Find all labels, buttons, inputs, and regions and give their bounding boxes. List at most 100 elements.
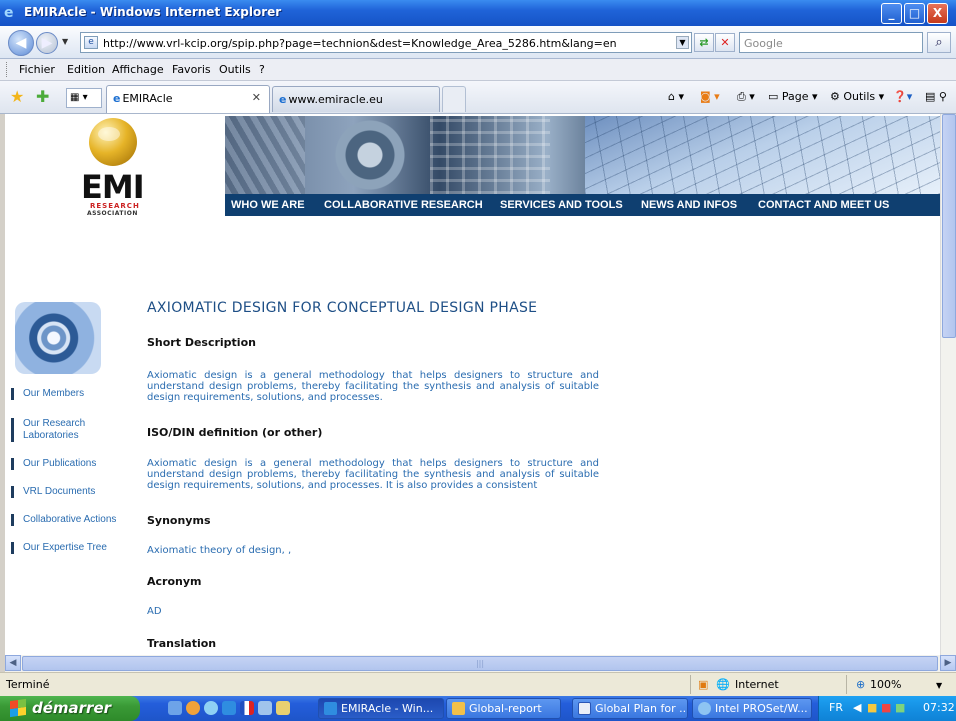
quicklaunch-icon-1[interactable] xyxy=(168,701,182,715)
task-global-report[interactable]: Global-report xyxy=(446,698,561,719)
task-global-plan[interactable]: Global Plan for ... xyxy=(572,698,688,719)
quicklaunch-icon-7[interactable] xyxy=(276,701,290,715)
menu-fichier[interactable]: Fichier xyxy=(19,63,55,76)
close-tab-icon[interactable]: ✕ xyxy=(252,91,261,104)
header-banner xyxy=(225,116,940,194)
short-description-text: Axiomatic design is a general methodolog… xyxy=(147,370,599,403)
zoom-level[interactable]: 100% xyxy=(870,678,901,691)
tools-menu[interactable]: ⚙ Outils ▾ xyxy=(830,90,884,103)
left-link-expertise-tree[interactable]: Our Expertise Tree xyxy=(11,542,107,554)
task-label: Global-report xyxy=(469,702,542,715)
tray-icon-1[interactable]: ■ xyxy=(867,701,877,714)
print-icon[interactable]: ⎙ ▾ xyxy=(737,90,755,104)
clock: 07:32 xyxy=(923,701,955,714)
globe-icon xyxy=(89,118,137,166)
translation-heading: Translation xyxy=(147,637,217,650)
ie-logo-icon: e xyxy=(4,5,14,21)
stop-button[interactable]: ✕ xyxy=(715,33,735,52)
search-icon[interactable]: ⌕ xyxy=(927,32,951,53)
menu-edition[interactable]: Edition xyxy=(67,63,105,76)
nav-collaborative-research[interactable]: COLLABORATIVE RESEARCH xyxy=(324,199,483,211)
tab-emiracle[interactable]: e EMIRAcle ✕ xyxy=(106,85,270,113)
refresh-button[interactable]: ⇄ xyxy=(694,33,714,52)
compass-image xyxy=(15,302,101,374)
task-label: Intel PROSet/W... xyxy=(715,702,808,715)
page-menu[interactable]: ▭ Page ▾ xyxy=(768,90,818,103)
emi-logo[interactable]: EMI RESEARCH ASSOCIATION xyxy=(75,118,165,228)
feeds-icon[interactable]: ◙ ▾ xyxy=(700,90,720,103)
menu-affichage[interactable]: Affichage xyxy=(112,63,164,76)
system-tray: FR ◀ ■ ■ ■ 07:32 xyxy=(818,696,956,721)
menu-bar: Fichier Edition Affichage Favoris Outils… xyxy=(0,59,956,81)
short-description-heading: Short Description xyxy=(147,336,256,349)
home-icon[interactable]: ⌂ ▾ xyxy=(668,90,684,103)
url-text: http://www.vrl-kcip.org/spip.php?page=te… xyxy=(103,37,617,50)
research-icon[interactable]: ▤ ⚲ xyxy=(925,90,947,103)
left-link-publications[interactable]: Our Publications xyxy=(11,458,96,470)
menu-outils[interactable]: Outils xyxy=(219,63,251,76)
scroll-left-icon[interactable]: ◀ xyxy=(5,655,21,671)
tab-label: EMIRAcle xyxy=(122,92,173,105)
status-bar: Terminé ▣ 🌐 Internet ⊕ 100% ▼ xyxy=(0,672,956,696)
logo-research: RESEARCH xyxy=(90,202,140,210)
tray-icon-3[interactable]: ■ xyxy=(895,701,905,714)
tray-icon-2[interactable]: ■ xyxy=(881,701,891,714)
taskbar: démarrer EMIRAcle - Win... Global-report… xyxy=(0,696,956,721)
nav-services-and-tools[interactable]: SERVICES AND TOOLS xyxy=(500,199,623,211)
window-title-bar[interactable]: e EMIRAcle - Windows Internet Explorer _… xyxy=(0,0,956,26)
ie-quicklaunch-icon[interactable] xyxy=(222,701,236,715)
status-text: Terminé xyxy=(6,678,50,691)
nav-who-we-are[interactable]: WHO WE ARE xyxy=(231,199,305,211)
left-link-members[interactable]: Our Members xyxy=(11,388,84,400)
task-emiracle[interactable]: EMIRAcle - Win... xyxy=(318,698,444,719)
left-link-collaborative-actions[interactable]: Collaborative Actions xyxy=(11,514,116,526)
internet-zone-icon: 🌐 xyxy=(716,678,730,691)
page-icon: e xyxy=(84,36,98,49)
vertical-scroll-thumb[interactable] xyxy=(942,114,956,338)
add-favorite-icon[interactable]: ✚ xyxy=(36,87,49,106)
nav-news-and-infos[interactable]: NEWS AND INFOS xyxy=(641,199,737,211)
left-link-vrl-documents[interactable]: VRL Documents xyxy=(11,486,95,498)
start-button[interactable]: démarrer xyxy=(0,696,140,721)
url-input[interactable]: e http://www.vrl-kcip.org/spip.php?page=… xyxy=(80,32,692,53)
site-nav: WHO WE ARE COLLABORATIVE RESEARCH SERVIC… xyxy=(225,194,940,216)
horizontal-scroll-thumb[interactable]: ||| xyxy=(22,656,938,671)
toolbar-grip xyxy=(6,62,8,77)
folder-task-icon xyxy=(452,702,465,715)
close-button[interactable]: X xyxy=(927,3,948,24)
quicklaunch-icon-5[interactable] xyxy=(240,701,254,715)
menu-favoris[interactable]: Favoris xyxy=(172,63,211,76)
nav-contact-and-meet-us[interactable]: CONTACT AND MEET US xyxy=(758,199,889,211)
vertical-scrollbar[interactable] xyxy=(940,114,956,655)
scroll-right-icon[interactable]: ▶ xyxy=(940,655,956,671)
logo-association: ASSOCIATION xyxy=(87,210,138,217)
language-indicator[interactable]: FR xyxy=(829,701,843,714)
iso-definition-text: Axiomatic design is a general methodolog… xyxy=(147,458,599,491)
horizontal-scrollbar[interactable]: ◀ ||| ▶ xyxy=(5,655,956,672)
quicklaunch-icon-6[interactable] xyxy=(258,701,272,715)
windows-flag-icon xyxy=(10,698,26,718)
left-link-research-labs[interactable]: Our Research Laboratories xyxy=(11,418,111,442)
url-dropdown-icon[interactable]: ▼ xyxy=(676,36,689,49)
back-button[interactable]: ◀ xyxy=(8,30,34,56)
tab-label: www.emiracle.eu xyxy=(288,93,383,106)
quick-tabs-button[interactable]: ▦ ▾ xyxy=(66,88,102,108)
menu-help[interactable]: ? xyxy=(259,63,265,76)
favorites-star-icon[interactable]: ★ xyxy=(10,87,24,106)
window-title: EMIRAcle - Windows Internet Explorer xyxy=(24,5,282,19)
tab-emiracle-eu[interactable]: e www.emiracle.eu xyxy=(272,86,440,112)
quicklaunch-icon-2[interactable] xyxy=(186,701,200,715)
address-bar: ◀ ▶ ▼ e http://www.vrl-kcip.org/spip.php… xyxy=(0,26,956,59)
minimize-button[interactable]: _ xyxy=(881,3,902,24)
help-icon[interactable]: ❓▾ xyxy=(893,90,912,103)
task-intel-proset[interactable]: Intel PROSet/W... xyxy=(692,698,812,719)
history-dropdown-icon[interactable]: ▼ xyxy=(62,37,68,46)
quicklaunch-icon-3[interactable] xyxy=(204,701,218,715)
forward-button[interactable]: ▶ xyxy=(36,32,58,54)
zoom-dropdown-icon[interactable]: ▼ xyxy=(936,681,942,690)
tray-expand-icon[interactable]: ◀ xyxy=(853,701,861,714)
search-input[interactable]: Google xyxy=(739,32,923,53)
acronym-text: AD xyxy=(147,606,162,617)
maximize-button[interactable]: □ xyxy=(904,3,925,24)
new-tab-button[interactable] xyxy=(442,86,466,112)
